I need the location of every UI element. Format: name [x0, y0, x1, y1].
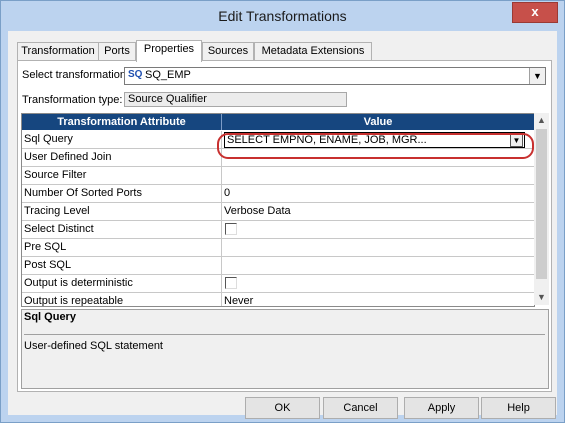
scroll-down-icon[interactable]: ▼ [534, 290, 549, 305]
tab-ports[interactable]: Ports [98, 42, 136, 60]
select-distinct-checkbox[interactable] [225, 223, 237, 235]
table-row[interactable]: Number Of Sorted Ports 0 [22, 185, 534, 203]
window-title: Edit Transformations [218, 8, 347, 24]
close-icon: x [531, 4, 539, 19]
select-transformation-dropdown[interactable]: SQ SQ_EMP ▼ [124, 67, 546, 85]
value-cell[interactable]: 0 [224, 185, 529, 202]
transformation-type-field: Source Qualifier [124, 92, 347, 107]
value-cell[interactable]: Never [224, 293, 529, 306]
attribute-cell: User Defined Join [22, 149, 222, 166]
table-row[interactable]: Output is deterministic [22, 275, 534, 293]
table-row[interactable]: Post SQL [22, 257, 534, 275]
highlight-annotation [217, 133, 534, 159]
attribute-cell: Select Distinct [22, 221, 222, 238]
table-row[interactable]: Pre SQL [22, 239, 534, 257]
tab-metadata-extensions[interactable]: Metadata Extensions [254, 42, 372, 60]
selected-transformation: SQ_EMP [145, 69, 191, 81]
scroll-thumb[interactable] [536, 129, 547, 279]
close-button[interactable]: x [512, 2, 558, 23]
table-row[interactable]: Tracing Level Verbose Data [22, 203, 534, 221]
grid-scrollbar[interactable]: ▲ ▼ [534, 113, 549, 305]
attribute-cell: Tracing Level [22, 203, 222, 220]
attribute-cell: Pre SQL [22, 239, 222, 256]
title-bar[interactable]: Edit Transformations x [1, 1, 564, 31]
tab-properties[interactable]: Properties [136, 40, 202, 62]
value-cell[interactable] [224, 257, 529, 274]
value-cell[interactable] [224, 221, 529, 238]
table-row[interactable]: Source Filter [22, 167, 534, 185]
description-divider [24, 334, 545, 335]
attribute-cell: Post SQL [22, 257, 222, 274]
button-bar: OK Cancel Apply Help [237, 397, 557, 419]
column-header-value: Value [222, 114, 534, 130]
attribute-cell: Output is repeatable [22, 293, 222, 306]
help-button[interactable]: Help [481, 397, 556, 419]
select-transformation-label: Select transformation: [22, 69, 129, 81]
transformation-type-label: Transformation type: [22, 94, 123, 106]
source-qualifier-icon: SQ [128, 69, 143, 80]
value-cell[interactable] [224, 275, 529, 292]
value-cell[interactable]: Verbose Data [224, 203, 529, 220]
ok-button[interactable]: OK [245, 397, 320, 419]
tab-transformation[interactable]: Transformation [17, 42, 99, 60]
table-row[interactable]: Select Distinct [22, 221, 534, 239]
description-title: Sql Query [24, 311, 76, 323]
table-row[interactable]: Output is repeatable Never [22, 293, 534, 306]
attribute-cell: Source Filter [22, 167, 222, 184]
scroll-up-icon[interactable]: ▲ [534, 113, 549, 128]
attribute-cell: Sql Query [22, 131, 222, 148]
column-header-attribute: Transformation Attribute [22, 114, 222, 130]
cancel-button[interactable]: Cancel [323, 397, 398, 419]
attribute-cell: Output is deterministic [22, 275, 222, 292]
chevron-down-icon[interactable]: ▼ [529, 68, 545, 84]
tab-sources[interactable]: Sources [202, 42, 254, 60]
dialog-client-area: Transformation Ports Properties Sources … [8, 31, 557, 419]
output-deterministic-checkbox[interactable] [225, 277, 237, 289]
value-cell[interactable] [224, 239, 529, 256]
properties-panel: Select transformation: SQ SQ_EMP ▼ Trans… [17, 60, 552, 392]
attribute-cell: Number Of Sorted Ports [22, 185, 222, 202]
description-text: User-defined SQL statement [24, 340, 163, 352]
value-cell[interactable] [224, 167, 529, 184]
description-box: Sql Query User-defined SQL statement [21, 309, 549, 389]
apply-button[interactable]: Apply [404, 397, 479, 419]
edit-transformations-dialog: Edit Transformations x Transformation Po… [0, 0, 565, 423]
